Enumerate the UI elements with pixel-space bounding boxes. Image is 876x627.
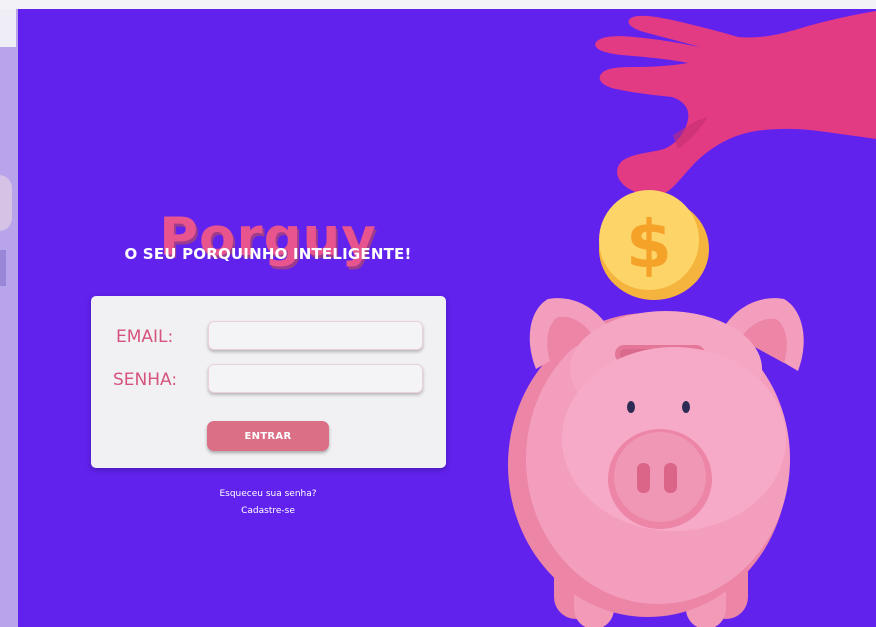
password-input[interactable] <box>208 364 423 393</box>
left-side-blob <box>0 175 12 231</box>
coin-icon: $ <box>599 190 709 300</box>
browser-top-bar <box>0 0 876 9</box>
sign-up-link[interactable]: Cadastre-se <box>18 506 518 516</box>
login-form: EMAIL: SENHA: ENTRAR <box>91 296 446 468</box>
left-side-white-block <box>0 9 16 47</box>
brand-tagline: O SEU PORQUINHO INTELIGENTE! <box>124 245 412 263</box>
hand-icon <box>595 11 876 196</box>
password-label: SENHA: <box>113 370 178 390</box>
left-side-dark-mark <box>0 250 6 286</box>
piggy-bank-icon <box>508 298 804 627</box>
email-input[interactable] <box>208 321 423 350</box>
login-page: $ Porguy O SEU PORQUINHO INTELIGENTE! EM… <box>18 9 876 627</box>
coin-dollar-sign: $ <box>626 206 672 283</box>
forgot-password-link[interactable]: Esqueceu sua senha? <box>18 489 518 499</box>
login-button[interactable]: ENTRAR <box>207 421 329 451</box>
left-side-strip <box>0 9 18 627</box>
email-label: EMAIL: <box>116 327 174 347</box>
